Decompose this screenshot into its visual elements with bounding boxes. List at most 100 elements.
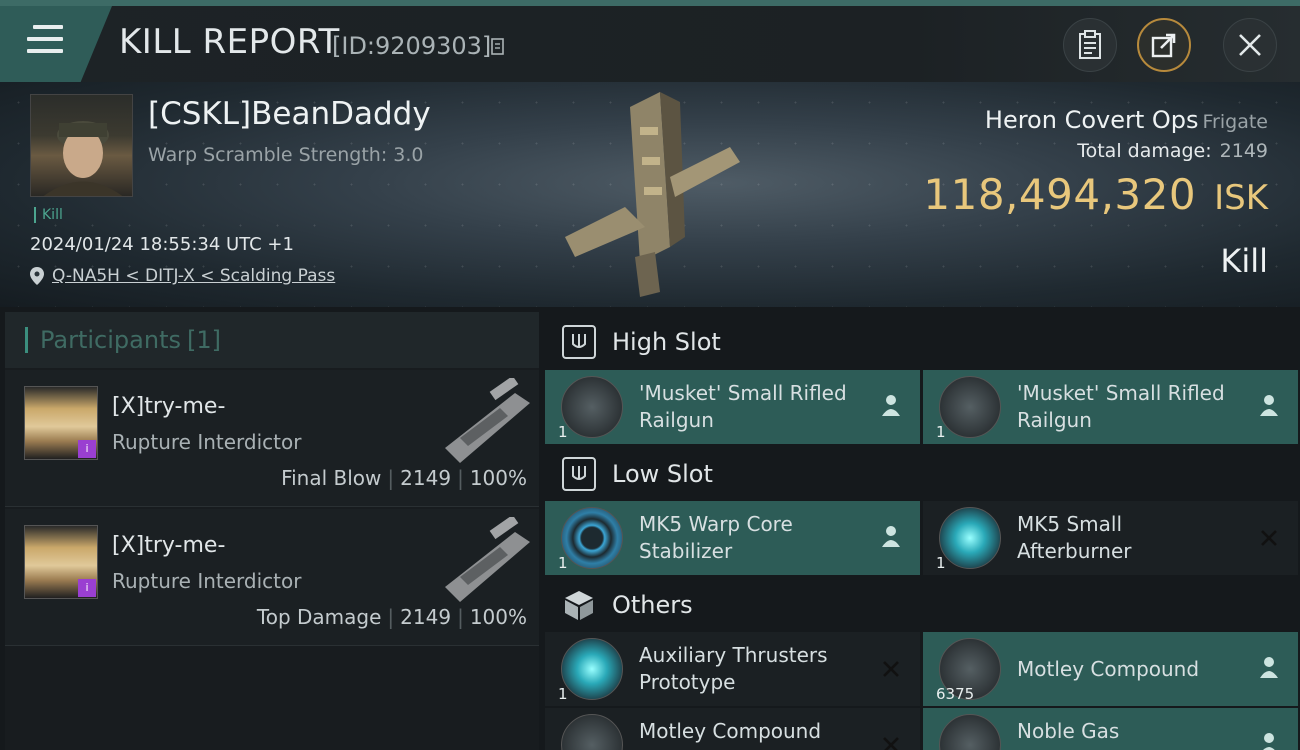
thrusters-icon	[561, 638, 623, 700]
high-slot-label: High Slot	[612, 328, 721, 356]
high-slot-header: High Slot	[545, 314, 1300, 370]
participant-row[interactable]: i [X]try-me- Rupture Interdictor Final B…	[5, 370, 539, 507]
participant-row[interactable]: i [X]try-me- Rupture Interdictor Top Dam…	[5, 509, 539, 646]
participant-damage: 2149	[400, 466, 452, 490]
clipboard-button[interactable]	[1063, 18, 1117, 72]
low-slot-icon	[562, 457, 596, 491]
participant-avatar[interactable]: i	[24, 525, 98, 599]
module-item[interactable]: Motley Compound	[545, 708, 920, 750]
others-header: Others	[545, 577, 1300, 633]
module-item[interactable]: 1 'Musket' Small Rifled Railgun	[545, 370, 920, 444]
kill-location[interactable]: Q-NA5H < DITJ-X < Scalding Pass	[30, 266, 335, 286]
participant-damage: 2149	[400, 605, 452, 629]
dropped-icon	[882, 395, 900, 416]
destroyed-icon	[883, 737, 899, 750]
module-item[interactable]: 1 'Musket' Small Rifled Railgun	[923, 370, 1298, 444]
share-button[interactable]	[1137, 18, 1191, 72]
participant-ship-image	[445, 517, 530, 602]
railgun-icon	[939, 376, 1001, 438]
module-name: MK5 Small Afterburner	[1017, 512, 1132, 563]
participant-percent: 100%	[469, 466, 527, 490]
participant-ship: Rupture Interdictor	[112, 569, 302, 593]
copy-icon[interactable]	[491, 36, 507, 56]
kill-tag: Kill	[34, 207, 63, 223]
module-quantity: 1	[936, 554, 946, 572]
module-name: Auxiliary Thrusters Prototype	[639, 643, 828, 694]
others-label: Others	[612, 591, 693, 619]
ship-name[interactable]: Heron Covert Ops	[985, 106, 1199, 134]
participant-name: [X]try-me-	[112, 394, 226, 419]
dropped-icon	[1260, 395, 1278, 416]
low-slot-label: Low Slot	[612, 460, 713, 488]
participants-panel: Participants [1] i [X]try-me- Rupture In…	[5, 312, 539, 750]
module-item[interactable]: 1 Auxiliary Thrusters Prototype	[545, 632, 920, 706]
section-accent-bar	[25, 327, 28, 353]
close-icon	[1239, 34, 1261, 56]
module-name: 'Musket' Small Rifled Railgun	[639, 381, 847, 432]
menu-button[interactable]	[0, 6, 112, 82]
total-damage-label: Total damage:	[1077, 140, 1212, 162]
module-item[interactable]: Noble Gas	[923, 708, 1298, 750]
module-name: 'Musket' Small Rifled Railgun	[1017, 381, 1225, 432]
participant-role: Top Damage	[256, 605, 382, 629]
module-name: Motley Compound	[1017, 657, 1200, 681]
clipboard-icon	[1079, 30, 1101, 59]
participants-header: Participants [1]	[5, 312, 539, 368]
participant-name: [X]try-me-	[112, 533, 226, 558]
module-quantity: 6375	[936, 685, 975, 703]
victim-avatar[interactable]	[30, 94, 133, 197]
afterburner-icon	[939, 507, 1001, 569]
dropped-icon	[1260, 657, 1278, 678]
location-pin-icon	[30, 267, 44, 285]
low-slot-header: Low Slot	[545, 446, 1300, 502]
dropped-icon	[882, 526, 900, 547]
report-id: [ID:9209303]	[332, 32, 492, 60]
destroyed-icon	[883, 661, 899, 677]
dropped-icon	[1263, 733, 1275, 750]
victim-name[interactable]: [CSKL]BeanDaddy	[148, 96, 431, 132]
isk-line: 118,494,320 ISK	[923, 170, 1268, 219]
total-damage-value: 2149	[1219, 140, 1268, 162]
warp-scramble-strength: Warp Scramble Strength: 3.0	[148, 144, 424, 166]
participants-count: [1]	[186, 326, 221, 354]
menu-icon	[27, 25, 63, 55]
module-quantity: 1	[558, 423, 568, 441]
destroyed-icon	[1261, 530, 1277, 546]
participant-stats: Top Damage | 2149 | 100%	[256, 605, 527, 629]
corp-badge-icon: i	[78, 440, 96, 458]
participants-title: Participants	[40, 326, 181, 354]
cargo-box-icon	[565, 591, 593, 620]
page-title: KILL REPORT	[119, 22, 340, 62]
close-button[interactable]	[1223, 18, 1277, 72]
module-quantity: 1	[558, 685, 568, 703]
participant-role: Final Blow	[281, 466, 382, 490]
module-name: Motley Compound	[639, 719, 822, 743]
module-name: Noble Gas	[1017, 719, 1120, 743]
motley-compound-icon	[561, 714, 623, 750]
participant-ship-image	[445, 378, 530, 463]
module-quantity: 1	[558, 554, 568, 572]
railgun-icon	[561, 376, 623, 438]
header-bar: KILL REPORT [ID:9209303]	[0, 6, 1300, 82]
participant-percent: 100%	[469, 605, 527, 629]
module-quantity: 1	[936, 423, 946, 441]
ship-type-line: Heron Covert Ops Frigate	[985, 106, 1268, 134]
victim-ship-image	[565, 92, 740, 297]
share-icon	[1151, 33, 1176, 58]
kill-banner: [CSKL]BeanDaddy Warp Scramble Strength: …	[0, 82, 1300, 307]
kill-datetime: 2024/01/24 18:55:34 UTC +1	[30, 234, 294, 255]
fitting-panel: High Slot 1 'Musket' Small Rifled Railgu…	[545, 312, 1300, 750]
noble-gas-icon	[939, 714, 1001, 750]
location-link[interactable]: Q-NA5H < DITJ-X < Scalding Pass	[52, 266, 335, 286]
kill-result: Kill	[1220, 242, 1268, 280]
isk-unit: ISK	[1214, 178, 1268, 218]
module-item[interactable]: 6375 Motley Compound	[923, 632, 1298, 706]
participant-stats: Final Blow | 2149 | 100%	[281, 466, 527, 490]
module-item[interactable]: 1 MK5 Small Afterburner	[923, 501, 1298, 575]
warp-core-stabilizer-icon	[561, 507, 623, 569]
module-name: MK5 Warp Core Stabilizer	[639, 512, 793, 563]
module-item[interactable]: 1 MK5 Warp Core Stabilizer	[545, 501, 920, 575]
ship-class: Frigate	[1202, 111, 1268, 133]
corp-badge-icon: i	[78, 579, 96, 597]
participant-avatar[interactable]: i	[24, 386, 98, 460]
